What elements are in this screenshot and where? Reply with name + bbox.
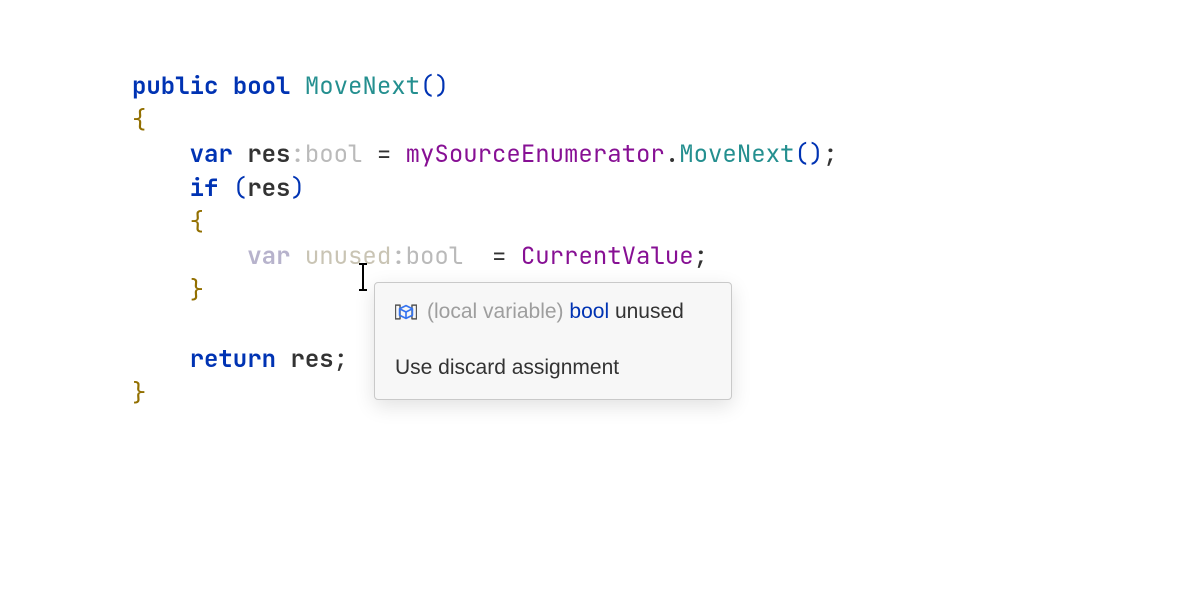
tooltip-var-name: unused bbox=[615, 300, 684, 323]
dot: . bbox=[665, 139, 679, 170]
if-condition: res bbox=[247, 173, 290, 204]
paren-close: ) bbox=[290, 173, 304, 204]
type-hint: :bool bbox=[290, 139, 362, 170]
brace-open: { bbox=[132, 105, 146, 136]
tooltip-fix-row[interactable]: Use discard assignment bbox=[375, 339, 731, 399]
code-line bbox=[132, 310, 146, 341]
code-line: var unused:bool = CurrentValue; bbox=[132, 241, 708, 272]
tooltip-kind: (local variable) bbox=[427, 300, 564, 323]
keyword-var-faded: var bbox=[247, 241, 290, 272]
semicolon: ; bbox=[334, 344, 348, 375]
tooltip-info-text: (local variable) bool unused bbox=[427, 297, 684, 327]
semicolon: ; bbox=[823, 139, 837, 170]
code-line: if (res) bbox=[132, 173, 305, 204]
field-name: mySourceEnumerator bbox=[406, 139, 665, 170]
keyword-var: var bbox=[190, 139, 233, 170]
keyword-return: return bbox=[190, 344, 276, 375]
paren-close: ) bbox=[434, 71, 448, 102]
code-line: public bool MoveNext() bbox=[132, 71, 449, 102]
paren-open: ( bbox=[233, 173, 247, 204]
semicolon: ; bbox=[694, 241, 708, 272]
operator-eq: = bbox=[362, 139, 405, 170]
paren-open: ( bbox=[420, 71, 434, 102]
code-line: { bbox=[132, 207, 204, 238]
code-line: return res; bbox=[132, 344, 348, 375]
property-current-value: CurrentValue bbox=[521, 241, 694, 272]
tooltip-type: bool bbox=[569, 300, 609, 323]
keyword-bool: bool bbox=[233, 71, 291, 102]
code-line: var res:bool = mySourceEnumerator.MoveNe… bbox=[132, 139, 838, 170]
brace-open: { bbox=[190, 207, 204, 238]
operator-eq: = bbox=[463, 241, 521, 272]
brace-close: } bbox=[190, 275, 204, 306]
paren-close: ) bbox=[809, 139, 823, 170]
hover-tooltip: (local variable) bool unused Use discard… bbox=[374, 282, 732, 400]
type-hint: :bool bbox=[391, 241, 463, 272]
code-line: } bbox=[132, 275, 204, 306]
tooltip-info-row: (local variable) bool unused bbox=[375, 283, 731, 339]
variable-box-icon bbox=[395, 301, 417, 323]
method-name: MoveNext bbox=[305, 71, 420, 102]
tooltip-fix-text: Use discard assignment bbox=[395, 353, 619, 383]
identifier-res: res bbox=[247, 139, 290, 170]
brace-close: } bbox=[132, 378, 146, 409]
identifier-unused: unused bbox=[305, 241, 391, 272]
keyword-public: public bbox=[132, 71, 218, 102]
paren-open: ( bbox=[794, 139, 808, 170]
code-line: { bbox=[132, 105, 146, 136]
code-line: } bbox=[132, 378, 146, 409]
keyword-if: if bbox=[190, 173, 219, 204]
return-identifier: res bbox=[290, 344, 333, 375]
method-call: MoveNext bbox=[679, 139, 794, 170]
